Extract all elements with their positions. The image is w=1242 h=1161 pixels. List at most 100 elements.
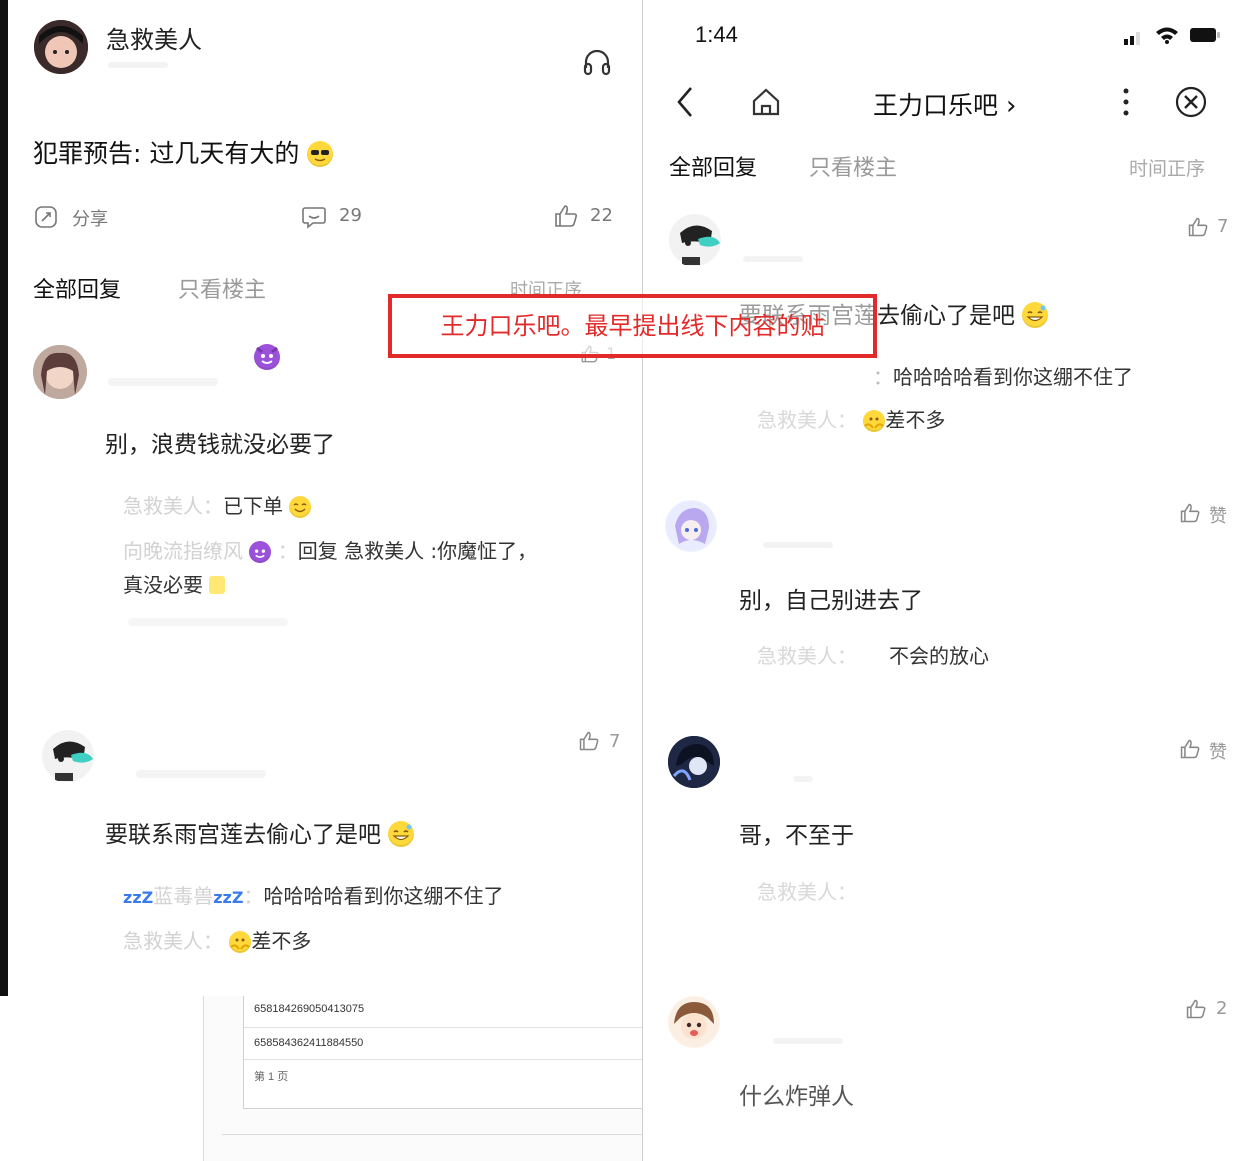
reply-username[interactable]: 急救美人：	[757, 408, 857, 432]
commenter-name-blurred	[763, 542, 833, 548]
left-post-screenshot: 急救美人 犯罪预告: 过几天有大的 分享 29 22 全部回复 只看楼主 时间正…	[0, 0, 640, 996]
devil-emoji-icon	[254, 344, 280, 370]
reply-text: 已下单	[223, 494, 283, 518]
tab-all-replies[interactable]: 全部回复	[33, 272, 121, 304]
commenter-name-blurred	[136, 770, 266, 778]
reply-username[interactable]: 急救美人：	[123, 929, 223, 953]
commenter-avatar[interactable]	[33, 345, 87, 399]
reply-text: 哈哈哈哈看到你这绷不住了	[893, 365, 1133, 389]
comment-text: 哥，不至于	[739, 823, 854, 849]
reply-username[interactable]: 急救美人：	[123, 494, 223, 518]
table-cell: 658184269050413075	[254, 1003, 365, 1015]
annotation-callout: 王力口乐吧。最早提出线下内容的贴	[388, 294, 877, 358]
page-number: 第 1 页	[254, 1071, 289, 1083]
document-table: 658184269050413075 658584362411884550 第 …	[243, 996, 644, 1109]
sparkle-emoji-icon	[209, 576, 226, 594]
reply-line: 向晚流指缭风 ：回复 急救美人 :你魔怔了，	[123, 539, 538, 563]
more-options-icon[interactable]	[1121, 86, 1131, 118]
close-icon[interactable]	[1175, 86, 1207, 118]
share-label[interactable]: 分享	[72, 205, 108, 231]
status-time: 1:44	[695, 22, 738, 47]
headphones-icon[interactable]	[581, 46, 613, 78]
comment-like-label[interactable]: 赞	[1209, 738, 1227, 764]
comment-icon[interactable]	[301, 205, 327, 229]
sheet-bottom-edge	[222, 1134, 642, 1139]
table-row: 658584362411884550	[244, 1028, 643, 1060]
post-title-text: 犯罪预告: 过几天有大的	[33, 139, 300, 168]
table-row: 658184269050413075	[244, 996, 643, 1028]
hands-emoji-icon	[863, 410, 886, 432]
reply-text: 真没必要	[123, 573, 203, 597]
comment-like-icon[interactable]	[1187, 216, 1209, 238]
reply-username[interactable]: 蓝毒兽	[153, 884, 213, 908]
comment-like-icon[interactable]	[578, 730, 600, 752]
battery-icon	[1190, 28, 1220, 42]
more-replies-blurred[interactable]	[128, 618, 288, 626]
reply-line: zzZ蓝毒兽zzZ：哈哈哈哈看到你这绷不住了	[123, 880, 503, 909]
commenter-name-blurred	[773, 1038, 843, 1044]
reply-text: 不会的放心	[889, 644, 989, 668]
tab-owner-only[interactable]: 只看楼主	[809, 150, 897, 182]
tab-owner-only[interactable]: 只看楼主	[178, 272, 266, 304]
reply-text: 差不多	[251, 929, 312, 953]
sweat-smile-emoji-icon	[388, 821, 415, 847]
forum-title-text[interactable]: 王力口乐吧	[873, 91, 998, 120]
commenter-avatar[interactable]	[41, 729, 95, 783]
reply-text: 哈哈哈哈看到你这绷不住了	[263, 884, 504, 908]
commenter-avatar[interactable]	[665, 500, 717, 552]
comment-like-icon[interactable]	[1179, 502, 1201, 524]
author-meta-blank	[108, 62, 168, 68]
signal-icon	[1123, 30, 1141, 46]
comment-count: 29	[339, 205, 362, 226]
comment-text: 要联系雨宫莲去偷心了是吧	[105, 822, 381, 848]
chevron-right-icon[interactable]: ›	[1006, 91, 1016, 121]
reply-username[interactable]: 急救美人：	[757, 880, 857, 904]
reply-line: 急救美人： 差不多	[123, 925, 311, 954]
commenter-name-blurred	[743, 256, 803, 262]
forum-title[interactable]: 王力口乐吧 ›	[873, 86, 1016, 122]
comment-like-icon[interactable]	[1179, 738, 1201, 760]
right-phone-screenshot: 1:44 王力口乐吧 › 全部回复 只看楼主 时间正序 7 要联系雨宫莲去偷心了…	[642, 0, 1242, 1161]
comment-like-label[interactable]: 赞	[1209, 502, 1227, 528]
reply-username[interactable]: 急救美人：	[757, 644, 857, 668]
zzz-prefix: zzZ	[123, 888, 154, 907]
reply-line: 急救美人： 差不多	[757, 404, 945, 433]
zzz-suffix: zzZ	[213, 888, 244, 907]
devil-emoji-icon	[249, 541, 272, 563]
comment-text: 别，浪费钱就没必要了	[105, 432, 335, 458]
table-cell: 658584362411884550	[254, 1037, 364, 1049]
reply-separator: ：	[243, 884, 264, 908]
comment-text-line: 要联系雨宫莲去偷心了是吧	[105, 815, 415, 849]
author-avatar[interactable]	[34, 20, 88, 74]
comment-text: 别，自己别进去了	[739, 588, 923, 614]
reply-line: ：哈哈哈哈看到你这绷不住了	[873, 361, 1133, 390]
like-count: 22	[590, 205, 613, 226]
comment-like-icon[interactable]	[1185, 998, 1207, 1020]
thumbs-up-icon[interactable]	[553, 203, 579, 229]
hands-emoji-icon	[229, 931, 252, 953]
commenter-name-blurred	[793, 776, 813, 782]
reply-username[interactable]: 向晚流指缭风	[123, 539, 243, 563]
back-icon[interactable]	[673, 86, 697, 118]
comment-like-count: 7	[609, 731, 621, 752]
smile-emoji-icon	[289, 496, 312, 518]
tab-all-replies[interactable]: 全部回复	[669, 150, 757, 182]
post-title: 犯罪预告: 过几天有大的	[33, 134, 334, 170]
author-name[interactable]: 急救美人	[106, 20, 202, 55]
reply-text-continued: 真没必要	[123, 569, 226, 598]
home-icon[interactable]	[750, 86, 782, 118]
commenter-avatar[interactable]	[668, 213, 722, 267]
reply-text: 回复 急救美人 :你魔怔了，	[297, 539, 538, 563]
reply-line: 急救美人： 不会的放心	[757, 640, 989, 669]
sweat-smile-emoji-icon	[1022, 302, 1049, 328]
comment-like-count: 7	[1217, 216, 1229, 237]
share-icon[interactable]	[34, 205, 58, 229]
tab-sort-order[interactable]: 时间正序	[1129, 154, 1205, 181]
wifi-icon	[1155, 26, 1179, 44]
comment-text: 什么炸弹人	[739, 1084, 854, 1110]
comment-like-count: 2	[1216, 998, 1228, 1019]
commenter-avatar[interactable]	[668, 736, 720, 788]
reply-text: 差不多	[885, 408, 946, 432]
commenter-avatar[interactable]	[668, 996, 720, 1048]
reply-username[interactable]: ：	[873, 365, 893, 389]
